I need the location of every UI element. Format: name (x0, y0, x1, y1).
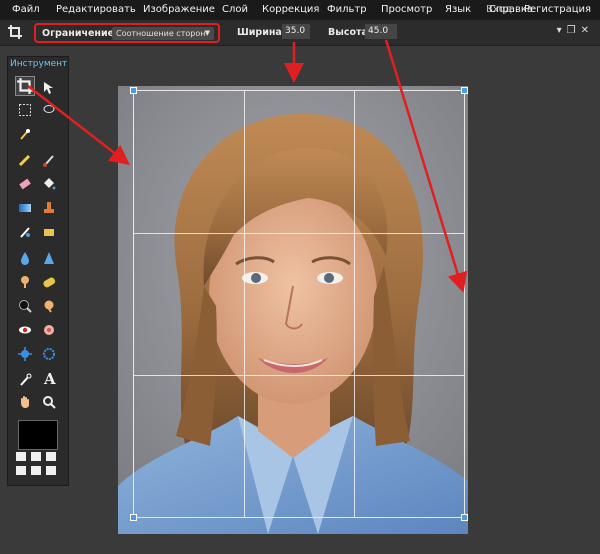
menu-register[interactable]: Регистрация (524, 4, 591, 15)
crop-handle-top-right[interactable] (461, 87, 468, 94)
crop-handle-top-left[interactable] (130, 87, 137, 94)
dropdown-icon[interactable]: ▾ (557, 25, 567, 36)
sponge-tool-icon[interactable] (42, 275, 56, 289)
menu-language[interactable]: Язык (445, 4, 471, 15)
restore-icon[interactable]: ❐ (567, 25, 581, 36)
text-tool-icon[interactable]: A (42, 370, 58, 386)
menu-image[interactable]: Изображение (143, 4, 215, 15)
menu-file[interactable]: Файл (12, 4, 40, 15)
color-replace-icon[interactable] (18, 225, 32, 239)
blur-tool-icon[interactable] (18, 251, 32, 265)
menu-layer[interactable]: Слой (222, 4, 248, 15)
menu-filter[interactable]: Фильтр (327, 4, 367, 15)
constraint-value: Соотношение сторон (116, 29, 206, 38)
menu-edit[interactable]: Редактировать (56, 4, 136, 15)
move-tool-icon[interactable] (42, 81, 56, 95)
crop-handle-bottom-right[interactable] (461, 514, 468, 521)
grid-line (134, 232, 464, 234)
sharpen-tool-icon[interactable] (42, 251, 56, 265)
pinch-tool-icon[interactable] (42, 347, 56, 361)
marquee-tool-icon[interactable] (18, 103, 32, 117)
eraser-tool-icon[interactable] (18, 177, 32, 191)
options-bar: Ограничение: Соотношение сторон ▼ Ширина… (0, 20, 600, 46)
grid-line (243, 91, 245, 517)
grid-line (134, 374, 464, 376)
zoom-tool-icon[interactable] (42, 395, 56, 409)
brush-tool-icon[interactable] (42, 153, 56, 167)
grid-line (353, 91, 355, 517)
height-input[interactable]: 45.0 (365, 24, 397, 39)
primary-color-swatch[interactable] (18, 420, 58, 450)
color-grid-buttons[interactable] (16, 452, 60, 480)
menu-adjust[interactable]: Коррекция (262, 4, 319, 15)
burn-tool-icon[interactable] (18, 299, 32, 313)
gradient-tool-icon[interactable] (18, 201, 32, 215)
width-label: Ширина: (237, 27, 286, 38)
crop-selection[interactable] (130, 87, 468, 521)
color-picker-icon[interactable] (18, 373, 32, 387)
close-icon[interactable]: ✕ (581, 25, 594, 36)
pencil-tool-icon[interactable] (18, 153, 32, 167)
menu-view[interactable]: Просмотр (381, 4, 432, 15)
crop-icon[interactable] (7, 24, 23, 40)
magic-wand-icon[interactable] (18, 127, 32, 141)
constraint-highlight: Ограничение: Соотношение сторон ▼ (34, 23, 220, 43)
constraint-label: Ограничение: (42, 28, 118, 39)
chevron-down-icon: ▼ (204, 29, 210, 37)
lasso-tool-icon[interactable] (42, 103, 56, 117)
toolbox-panel: Инструмент A (7, 56, 69, 486)
fill-bucket-icon[interactable] (42, 177, 56, 191)
clone-stamp-icon[interactable] (42, 201, 56, 215)
smudge-tool-icon[interactable] (18, 275, 32, 289)
bloat-tool-icon[interactable] (18, 347, 32, 361)
window-controls: ▾❐✕ (557, 25, 594, 36)
crop-tool-icon (17, 78, 33, 94)
menu-bar: Файл Редактировать Изображение Слой Корр… (0, 0, 600, 20)
crop-handle-bottom-left[interactable] (130, 514, 137, 521)
red-eye-tool-icon[interactable] (18, 323, 32, 337)
spot-heal-icon[interactable] (42, 323, 56, 337)
hand-tool-icon[interactable] (18, 395, 32, 409)
width-input[interactable]: 35.0 (282, 24, 310, 39)
svg-text:A: A (43, 370, 56, 386)
dodge-tool-icon[interactable] (42, 299, 56, 313)
healing-tool-icon[interactable] (42, 225, 56, 239)
toolbox-title: Инструмент (10, 59, 68, 69)
crop-tool-button[interactable] (15, 76, 35, 96)
constraint-dropdown[interactable]: Соотношение сторон ▼ (112, 27, 214, 40)
